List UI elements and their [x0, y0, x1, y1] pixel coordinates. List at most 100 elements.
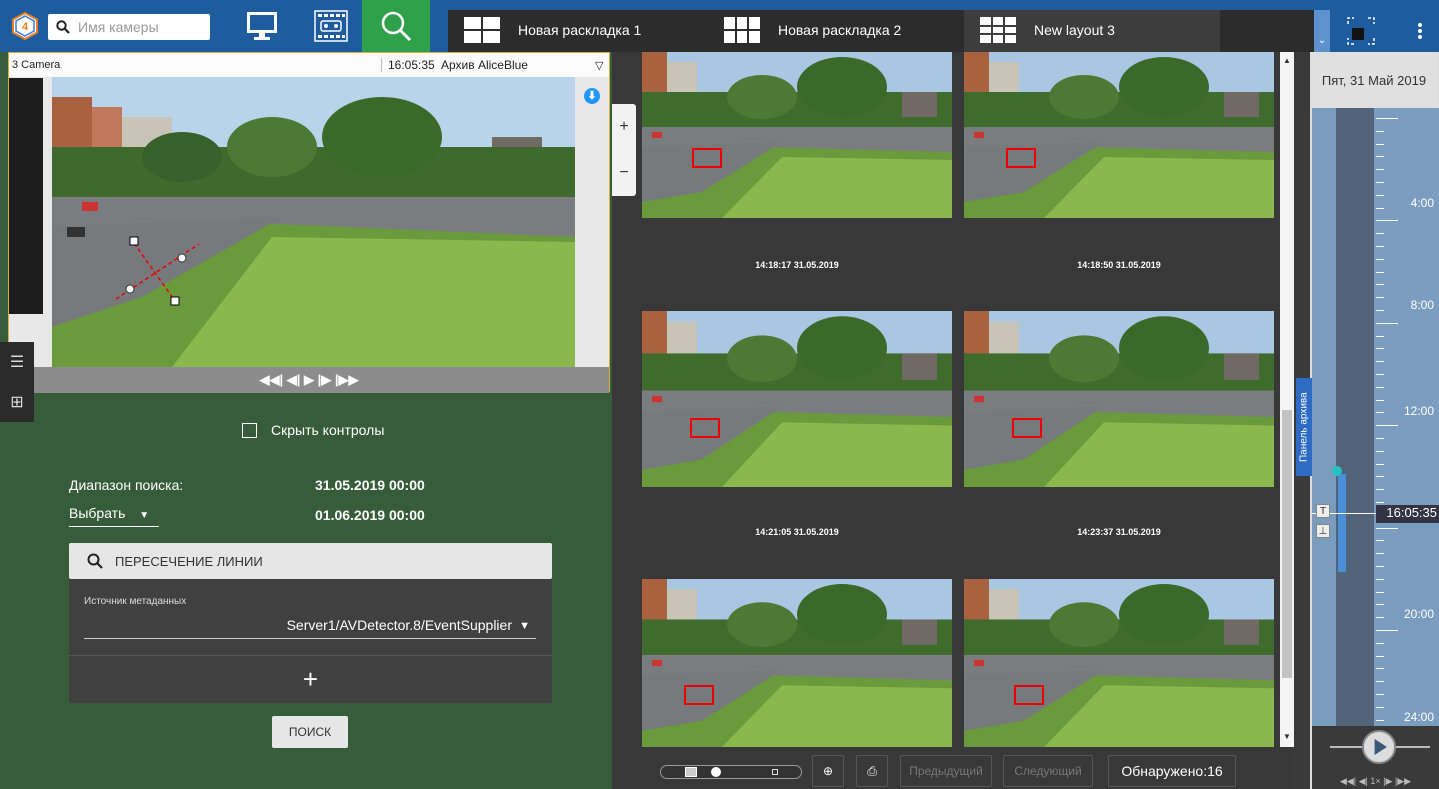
timeline-tick [1376, 528, 1398, 529]
timeline-tick [1376, 284, 1384, 285]
layout-tab-2[interactable]: Новая раскладка 2 [724, 10, 901, 50]
timeline-tick [1376, 220, 1398, 221]
camera-side-strip [9, 78, 43, 314]
scroll-down-icon[interactable]: ▼ [1283, 732, 1291, 741]
result-thumbnail[interactable] [964, 311, 1274, 487]
play-icon[interactable] [1362, 730, 1396, 764]
camera-search-input[interactable] [78, 17, 203, 37]
metadata-select[interactable]: Server1/AVDetector.8/EventSupplier ▼ [84, 615, 536, 639]
chevron-down-icon[interactable]: ▽ [595, 59, 603, 72]
list-icon[interactable]: ☰ [0, 342, 34, 382]
layout-grid-icon [980, 17, 1016, 43]
timeline-tick [1376, 630, 1398, 631]
metadata-label: Источник метаданных [84, 596, 187, 607]
search-icon [87, 553, 103, 569]
timeline-tick [1376, 182, 1384, 183]
archive-mode-button[interactable] [300, 0, 362, 52]
timeline-label: 20:00 [1403, 607, 1434, 621]
zoom-in-icon[interactable]: ⊕ [812, 755, 844, 787]
timeline-tick [1376, 387, 1384, 388]
thumbnail-size-slider[interactable] [660, 765, 802, 779]
result-thumbnail[interactable] [642, 311, 952, 487]
range-preset-select[interactable]: Выбрать ▼ [69, 505, 159, 527]
archive-playback-controls[interactable]: ◀◀| ◀| 1× |▶ |▶▶ [1312, 776, 1439, 789]
print-icon[interactable]: ⎙ [856, 755, 888, 787]
timeline-tick [1376, 361, 1384, 362]
timeline-tick [1376, 131, 1384, 132]
camera-playback-controls[interactable]: ◀◀| ◀| ▶ |▶ |▶▶ [9, 367, 609, 393]
result-thumbnail[interactable] [964, 52, 1274, 218]
scroll-up-icon[interactable]: ▲ [1283, 56, 1291, 65]
timeline-tick [1376, 233, 1384, 234]
timeline-tick [1376, 259, 1384, 260]
left-toolbar: ☰ ⊞ [0, 342, 34, 422]
timeline-tick [1376, 169, 1384, 170]
zoom-out-button[interactable]: − [612, 150, 636, 196]
layout-grid-icon [724, 17, 760, 43]
range-to[interactable]: 01.06.2019 00:00 [315, 507, 425, 523]
found-count: Обнаружено:16 [1108, 755, 1236, 787]
top-bound-icon[interactable]: T [1316, 504, 1330, 518]
camera-window[interactable]: 3 Camera 16:05:35 Архив AliceBlue ▽ ◀◀| … [8, 52, 610, 393]
timeline-tick [1376, 681, 1384, 682]
range-from[interactable]: 31.05.2019 00:00 [315, 477, 425, 493]
download-icon[interactable]: ⬇ [584, 88, 600, 104]
playback-controls-label[interactable]: ◀◀| ◀| ▶ |▶ |▶▶ [260, 372, 359, 388]
range-preset-label: Выбрать [69, 505, 126, 521]
timeline-tick [1376, 489, 1384, 490]
grid-icon[interactable]: ⊞ [0, 382, 34, 422]
metadata-card: Источник метаданных Server1/AVDetector.8… [69, 579, 552, 703]
detection-box [1012, 418, 1042, 438]
timeline-tick [1376, 400, 1384, 401]
svg-text:4: 4 [22, 21, 29, 33]
add-condition-button[interactable]: + [69, 656, 552, 703]
results-scrollbar[interactable]: ▲ ▼ [1280, 52, 1294, 747]
timeline-tick [1376, 553, 1384, 554]
timeline-tick [1376, 579, 1384, 580]
range-label: Диапазон поиска: [69, 477, 184, 493]
archive-panel-tab[interactable]: Панель архива [1296, 378, 1312, 476]
camera-title: 3 Camera [12, 59, 61, 71]
line-crossing-header[interactable]: ПЕРЕСЕЧЕНИЕ ЛИНИИ [69, 543, 552, 579]
result-thumbnail[interactable] [964, 579, 1274, 747]
fullscreen-icon[interactable] [1346, 16, 1376, 46]
detection-box [1006, 148, 1036, 168]
timeline-current-time: 16:05:35 [1376, 505, 1439, 523]
layout-tab-label: New layout 3 [1034, 22, 1115, 38]
monitor-mode-button[interactable] [232, 0, 292, 52]
layout-tab-1[interactable]: Новая раскладка 1 [464, 10, 641, 50]
archive-date[interactable]: Пят, 31 Май 2019 [1310, 52, 1438, 108]
hide-controls-checkbox[interactable]: Скрыть контролы [242, 422, 384, 438]
timeline-tick [1376, 323, 1398, 324]
camera-video[interactable] [52, 77, 575, 367]
layout-tab-label: Новая раскладка 2 [778, 22, 902, 38]
camera-search[interactable] [48, 14, 210, 40]
previous-button[interactable]: Предыдущий [900, 755, 992, 787]
camera-archive[interactable]: Архив AliceBlue [441, 58, 528, 72]
find-button[interactable]: ПОИСК [272, 716, 348, 748]
timeline-tick [1376, 464, 1384, 465]
result-timestamp: 14:18:50 31.05.2019 [1077, 260, 1161, 270]
bottom-bound-icon[interactable]: ⊥ [1316, 524, 1330, 538]
result-thumbnail[interactable] [642, 52, 952, 218]
timeline-tick [1376, 118, 1398, 119]
hide-controls-label: Скрыть контролы [271, 422, 385, 438]
search-icon [56, 20, 70, 34]
app-logo-icon[interactable]: 4 [12, 12, 38, 40]
layout-more-button[interactable]: ⌄ [1314, 10, 1330, 52]
timeline-label: 24:00 [1403, 710, 1434, 724]
menu-dots-icon[interactable] [1410, 16, 1430, 46]
checkbox-box[interactable] [242, 422, 257, 438]
layout-tab-3[interactable]: New layout 3 [980, 10, 1115, 50]
timeline-tick [1376, 656, 1384, 657]
caret-down-icon: ▼ [519, 620, 530, 632]
result-thumbnail[interactable] [642, 579, 952, 747]
next-button[interactable]: Следующий [1003, 755, 1093, 787]
line-crossing-label: ПЕРЕСЕЧЕНИЕ ЛИНИИ [115, 553, 263, 569]
results-toolbar: ⊕ ⎙ Предыдущий Следующий Обнаружено:16 [612, 747, 1294, 789]
timeline-tick [1376, 643, 1384, 644]
search-mode-button[interactable] [362, 0, 430, 52]
scrollbar-thumb[interactable] [1282, 410, 1292, 678]
zoom-in-button[interactable]: + [612, 104, 636, 150]
event-marker[interactable] [1332, 466, 1342, 476]
